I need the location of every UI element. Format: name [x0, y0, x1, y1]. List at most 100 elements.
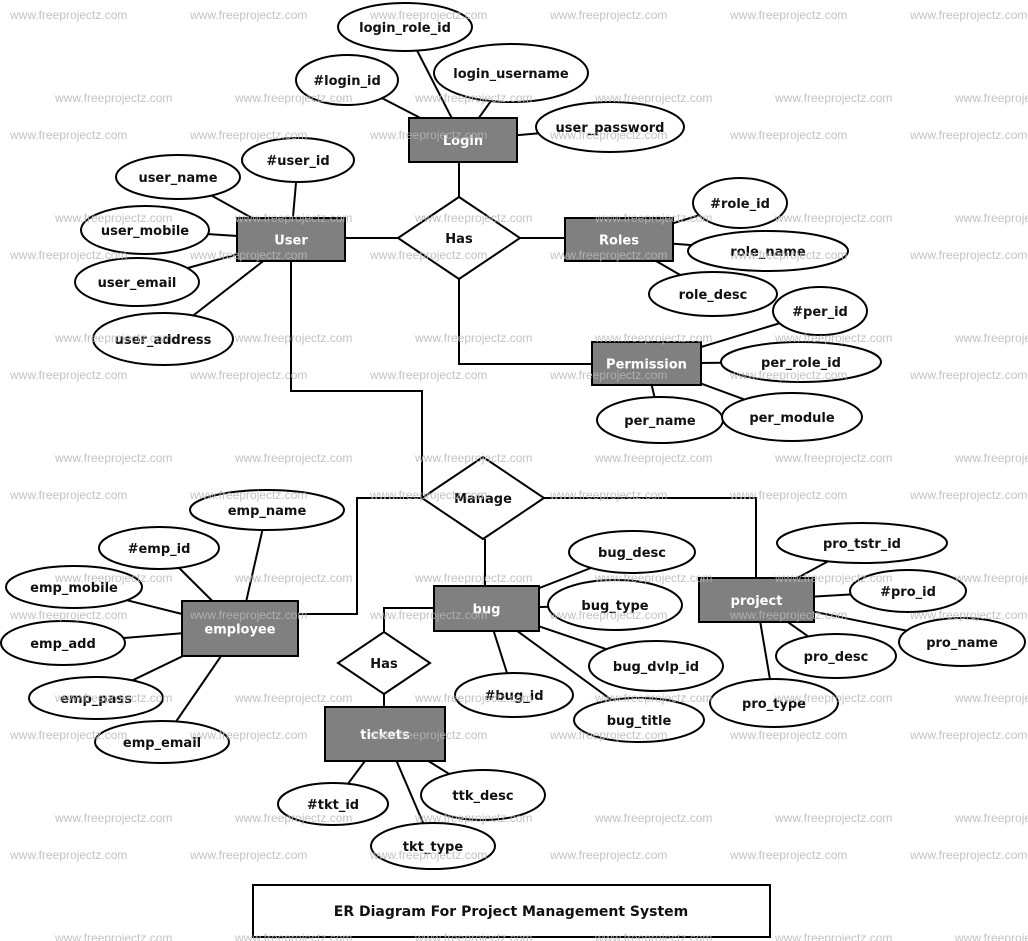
attribute-label: #per_id	[792, 305, 848, 320]
attribute-label: pro_name	[926, 636, 998, 651]
attribute-emp-id: #emp_id	[98, 526, 220, 570]
watermark-text: www.freeprojectz.com	[234, 91, 352, 105]
diagram-title: ER Diagram For Project Management System	[334, 904, 689, 920]
watermark-text: www.freeprojectz.com	[729, 128, 847, 142]
relationship-label: Has	[370, 657, 398, 672]
watermark-text: www.freeprojectz.com	[9, 128, 127, 142]
watermark-text: www.freeprojectz.com	[594, 211, 712, 225]
watermark-text: www.freeprojectz.com	[954, 91, 1028, 105]
watermark-text: www.freeprojectz.com	[189, 8, 307, 22]
watermark-text: www.freeprojectz.com	[414, 331, 532, 345]
watermark-text: www.freeprojectz.com	[774, 811, 892, 825]
watermark-text: www.freeprojectz.com	[774, 571, 892, 585]
watermark-text: www.freeprojectz.com	[774, 211, 892, 225]
watermark-text: www.freeprojectz.com	[369, 488, 487, 502]
watermark-text: www.freeprojectz.com	[9, 488, 127, 502]
attribute-pro-desc: pro_desc	[775, 633, 897, 679]
watermark-text: www.freeprojectz.com	[54, 691, 172, 705]
relationship-label: Has	[445, 232, 473, 247]
watermark-text: www.freeprojectz.com	[189, 488, 307, 502]
watermark-text: www.freeprojectz.com	[954, 451, 1028, 465]
attribute-bug-type: bug_type	[547, 579, 683, 631]
watermark-text: www.freeprojectz.com	[594, 331, 712, 345]
watermark-text: www.freeprojectz.com	[909, 248, 1027, 262]
watermark-text: www.freeprojectz.com	[234, 211, 352, 225]
watermark-text: www.freeprojectz.com	[369, 128, 487, 142]
attribute-label: per_module	[749, 411, 835, 426]
attribute-label: pro_tstr_id	[823, 537, 901, 552]
watermark-text: www.freeprojectz.com	[549, 488, 667, 502]
watermark-text: www.freeprojectz.com	[234, 691, 352, 705]
watermark-text: www.freeprojectz.com	[414, 691, 532, 705]
watermark-text: www.freeprojectz.com	[54, 211, 172, 225]
watermark-text: www.freeprojectz.com	[9, 8, 127, 22]
connector-line	[458, 279, 592, 365]
attribute-label: bug_title	[607, 714, 672, 729]
watermark-text: www.freeprojectz.com	[729, 848, 847, 862]
watermark-text: www.freeprojectz.com	[234, 571, 352, 585]
watermark-text: www.freeprojectz.com	[189, 248, 307, 262]
watermark-text: www.freeprojectz.com	[549, 128, 667, 142]
attribute-user-id: #user_id	[241, 137, 355, 183]
watermark-text: www.freeprojectz.com	[549, 728, 667, 742]
attribute-role-desc: role_desc	[648, 271, 778, 317]
watermark-text: www.freeprojectz.com	[909, 848, 1027, 862]
watermark-text: www.freeprojectz.com	[54, 811, 172, 825]
watermark-text: www.freeprojectz.com	[414, 811, 532, 825]
watermark-text: www.freeprojectz.com	[729, 8, 847, 22]
attribute-user-email: user_email	[74, 257, 200, 307]
attribute-per-module: per_module	[721, 392, 863, 442]
attribute-per-name: per_name	[596, 396, 724, 444]
watermark-text: www.freeprojectz.com	[54, 571, 172, 585]
attribute-label: user_name	[138, 171, 217, 186]
watermark-text: www.freeprojectz.com	[369, 608, 487, 622]
watermark-text: www.freeprojectz.com	[234, 811, 352, 825]
attribute-label: emp_add	[30, 637, 96, 652]
attribute-per-id: #per_id	[772, 286, 868, 336]
watermark-text: www.freeprojectz.com	[9, 728, 127, 742]
watermark-text: www.freeprojectz.com	[549, 608, 667, 622]
watermark-text: www.freeprojectz.com	[909, 608, 1027, 622]
watermark-text: www.freeprojectz.com	[954, 211, 1028, 225]
watermark-text: www.freeprojectz.com	[909, 8, 1027, 22]
attribute-label: per_name	[624, 414, 696, 429]
watermark-text: www.freeprojectz.com	[189, 368, 307, 382]
watermark-text: www.freeprojectz.com	[549, 848, 667, 862]
attribute-label: login_username	[453, 67, 569, 82]
watermark-text: www.freeprojectz.com	[369, 248, 487, 262]
watermark-text: www.freeprojectz.com	[9, 848, 127, 862]
attribute-tkt-type: tkt_type	[370, 822, 496, 870]
attribute-label: #role_id	[710, 197, 770, 212]
diagram-title-box: ER Diagram For Project Management System	[252, 884, 771, 938]
er-diagram: login_role_id #login_id login_usernameuser…	[0, 2, 1028, 941]
attribute-pro-name: pro_name	[898, 617, 1026, 667]
watermark-text: www.freeprojectz.com	[549, 368, 667, 382]
attribute-bug-desc: bug_desc	[568, 530, 696, 574]
watermark-text: www.freeprojectz.com	[774, 931, 892, 941]
watermark-text: www.freeprojectz.com	[909, 488, 1027, 502]
watermark-text: www.freeprojectz.com	[594, 691, 712, 705]
watermark-text: www.freeprojectz.com	[234, 931, 352, 941]
watermark-text: www.freeprojectz.com	[234, 331, 352, 345]
watermark-text: www.freeprojectz.com	[954, 571, 1028, 585]
watermark-text: www.freeprojectz.com	[954, 811, 1028, 825]
shape-layer: login_role_id #login_id login_usernameuser…	[0, 2, 1026, 870]
watermark-text: www.freeprojectz.com	[9, 368, 127, 382]
attribute-label: login_role_id	[359, 21, 451, 36]
relationship-has2: Has	[336, 630, 432, 696]
watermark-text: www.freeprojectz.com	[189, 848, 307, 862]
attribute-user-name: user_name	[115, 154, 241, 200]
watermark-text: www.freeprojectz.com	[234, 451, 352, 465]
watermark-text: www.freeprojectz.com	[909, 128, 1027, 142]
watermark-text: www.freeprojectz.com	[594, 571, 712, 585]
attribute-bug-dvlp-id: bug_dvlp_id	[588, 640, 724, 692]
attribute-label: #emp_id	[128, 542, 191, 557]
watermark-text: www.freeprojectz.com	[414, 211, 532, 225]
watermark-text: www.freeprojectz.com	[729, 248, 847, 262]
watermark-text: www.freeprojectz.com	[54, 331, 172, 345]
attribute-user-password: user_password	[535, 101, 685, 153]
attribute-label: user_mobile	[101, 224, 189, 239]
watermark-text: www.freeprojectz.com	[774, 91, 892, 105]
attribute-label: user_email	[98, 276, 177, 291]
watermark-text: www.freeprojectz.com	[54, 451, 172, 465]
